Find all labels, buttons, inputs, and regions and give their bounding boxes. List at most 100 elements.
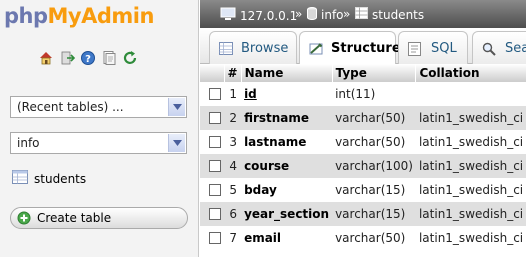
row-number: 7 [224,226,242,250]
breadcrumb-database-label: info [321,8,344,22]
logo-part-admin: Admin [81,4,154,28]
home-icon[interactable] [38,50,54,66]
row-checkbox[interactable] [209,88,221,100]
row-number: 5 [224,178,242,202]
row-select-cell [200,82,224,106]
table-row: 2 firstname varchar(50) latin1_swedish_ci [200,106,526,130]
column-name[interactable]: firstname [241,106,333,130]
nav-icon-bar: ? [38,50,138,66]
structure-table: # Name Type Collation 1 id int(11) 2 firstna… [200,64,526,250]
column-collation: latin1_swedish_ci [415,226,526,250]
database-icon [307,7,317,23]
row-checkbox[interactable] [209,232,221,244]
row-checkbox[interactable] [209,136,221,148]
breadcrumb-database[interactable]: info [307,7,344,23]
breadcrumb-table[interactable]: students [355,7,424,22]
add-icon [17,211,31,228]
browse-icon [219,42,233,58]
database-select[interactable]: info [10,132,187,154]
tab-sql[interactable]: SQL [398,31,468,64]
table-icon [12,170,28,187]
chevron-down-icon[interactable] [168,98,185,116]
column-type: varchar(50) [332,130,416,154]
column-name[interactable]: email [241,226,333,250]
tab-search[interactable]: Sea [472,31,526,64]
column-header-type[interactable]: Type [332,64,417,82]
row-number: 3 [224,130,242,154]
tab-search-label: Sea [505,41,526,56]
breadcrumb-separator: » [343,7,351,21]
row-checkbox[interactable] [209,160,221,172]
structure-rows: 1 id int(11) 2 firstname varchar(50) latin1_sw… [200,82,526,250]
column-header-select [200,64,225,82]
column-name[interactable]: year_section [241,202,333,226]
main-panel: 127.0.0.1 » info » students Browse Struc… [200,0,526,257]
breadcrumb-separator: » [295,7,303,21]
column-header-collation[interactable]: Collation [415,64,526,82]
logout-icon[interactable] [59,50,75,66]
tab-sql-label: SQL [431,41,457,56]
breadcrumb-server-label: 127.0.0.1 [240,8,298,23]
server-icon [220,7,236,24]
breadcrumb-table-label: students [372,7,425,22]
column-name[interactable]: lastname [241,130,333,154]
logo-part-my: My [47,4,82,28]
help-icon[interactable]: ? [80,50,96,66]
table-row: 6 year_section varchar(15) latin1_swedish_c… [200,202,526,226]
tab-browse[interactable]: Browse [209,31,297,64]
nav-table-link-students[interactable]: students [12,170,86,187]
row-number: 1 [224,82,242,106]
column-collation: latin1_swedish_ci [415,154,526,178]
reload-icon[interactable] [122,50,138,66]
column-collation: latin1_swedish_ci [415,106,526,130]
svg-text:?: ? [85,54,91,65]
docs-icon[interactable] [101,50,117,66]
column-header-name[interactable]: Name [241,64,333,82]
recent-tables-value: (Recent tables) ... [17,100,124,114]
column-type: varchar(15) [332,178,416,202]
row-number: 4 [224,154,242,178]
table-header-row: # Name Type Collation [200,64,526,82]
row-checkbox[interactable] [209,184,221,196]
phpmyadmin-logo[interactable]: phpMyAdmin [4,4,154,28]
table-icon [355,7,368,22]
column-type: varchar(50) [332,106,416,130]
column-type: varchar(15) [332,202,416,226]
column-name[interactable]: course [241,154,333,178]
column-header-number: # [224,64,242,82]
tab-structure[interactable]: Structure [299,31,401,65]
table-row: 4 course varchar(100) latin1_swedish_ci [200,154,526,178]
nav-table-label: students [34,171,87,186]
column-type: varchar(50) [332,226,416,250]
column-collation: latin1_swedish_ci [415,202,526,226]
row-select-cell [200,202,224,226]
row-number: 2 [224,106,242,130]
create-table-button[interactable]: Create table [10,207,188,229]
row-select-cell [200,130,224,154]
sql-icon [408,42,421,59]
column-name[interactable]: id [241,82,333,106]
table-row: 7 email varchar(50) latin1_swedish_ci [200,226,526,250]
tab-bar: Browse Structure SQL Sea [200,28,526,65]
column-collation: latin1_swedish_ci [415,178,526,202]
row-checkbox[interactable] [209,208,221,220]
column-type: varchar(100) [332,154,416,178]
breadcrumb-server[interactable]: 127.0.0.1 [220,7,297,24]
column-type: int(11) [332,82,416,106]
tab-browse-label: Browse [241,41,289,56]
row-select-cell [200,226,224,250]
row-checkbox[interactable] [209,112,221,124]
chevron-down-icon[interactable] [168,134,185,152]
logo-part-php: php [4,4,48,28]
column-name[interactable]: bday [241,178,333,202]
recent-tables-select[interactable]: (Recent tables) ... [10,96,187,118]
tab-structure-label: Structure [331,41,401,56]
database-select-value: info [17,136,40,150]
search-icon [482,42,496,59]
breadcrumb: 127.0.0.1 » info » students [200,0,526,28]
navigation-panel: phpMyAdmin ? (Recent tables) ... info st… [0,0,199,257]
table-row: 5 bday varchar(15) latin1_swedish_ci [200,178,526,202]
structure-table-container: # Name Type Collation 1 id int(11) 2 firstna… [200,64,526,250]
column-collation: latin1_swedish_ci [415,130,526,154]
row-select-cell [200,106,224,130]
